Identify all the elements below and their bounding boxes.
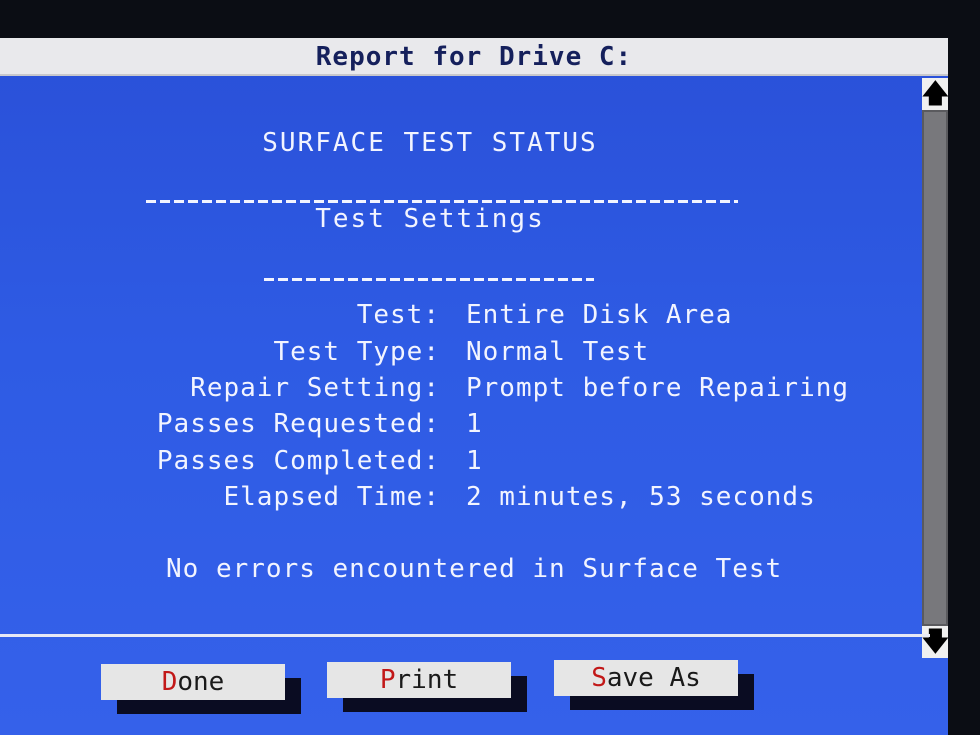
save-as-button[interactable]: Save As (554, 660, 738, 696)
hotkey-letter: P (379, 665, 396, 695)
monitor-screen: Report for Drive C: SURFACE TEST STATUS … (0, 0, 980, 735)
setting-row-elapsed-time: Elapsed Time: 2 minutes, 53 seconds (0, 482, 922, 518)
button-label: ave As (606, 663, 701, 693)
setting-label: Passes Completed: (156, 446, 440, 476)
setting-value: Normal Test (466, 337, 650, 367)
arrow-up-icon: 🡅 (922, 79, 949, 109)
scroll-track[interactable] (924, 112, 946, 624)
setting-label: Test Type: (273, 337, 440, 367)
settings-subheading: Test Settings (315, 204, 545, 234)
result-message: No errors encountered in Surface Test (166, 554, 783, 584)
setting-label: Elapsed Time: (223, 482, 440, 512)
setting-label: Test: (356, 300, 440, 330)
scroll-up-button[interactable]: 🡅 (922, 78, 949, 110)
setting-row-test-type: Test Type: Normal Test (0, 337, 922, 373)
setting-value: Entire Disk Area (466, 300, 733, 330)
setting-row-repair: Repair Setting: Prompt before Repairing (0, 373, 922, 409)
report-heading: SURFACE TEST STATUS (262, 128, 598, 158)
window-title: Report for Drive C: (315, 42, 633, 72)
scroll-down-button[interactable]: 🡇 (922, 626, 949, 658)
print-button[interactable]: Print (327, 662, 511, 698)
done-button[interactable]: Done (101, 664, 285, 700)
setting-row-test: Test: Entire Disk Area (0, 300, 922, 336)
arrow-down-icon: 🡇 (922, 627, 949, 657)
setting-row-passes-completed: Passes Completed: 1 (0, 446, 922, 482)
title-bar: Report for Drive C: (0, 38, 948, 76)
subheading-divider (264, 278, 594, 281)
footer-separator (0, 634, 930, 637)
setting-value: 1 (466, 409, 483, 439)
report-content: SURFACE TEST STATUS Test Settings Test: … (0, 76, 922, 656)
button-label: one (177, 667, 225, 697)
vertical-scrollbar[interactable]: 🡅 🡇 (922, 78, 949, 658)
setting-row-passes-requested: Passes Requested: 1 (0, 409, 922, 445)
setting-value: Prompt before Repairing (466, 373, 850, 403)
heading-divider (146, 200, 738, 203)
setting-label: Repair Setting: (190, 373, 440, 403)
setting-value: 1 (466, 446, 483, 476)
hotkey-letter: S (591, 663, 607, 693)
report-window: Report for Drive C: SURFACE TEST STATUS … (0, 38, 949, 735)
hotkey-letter: D (161, 667, 178, 697)
button-label: rint (395, 665, 459, 695)
setting-label: Passes Requested: (156, 409, 440, 439)
setting-value: 2 minutes, 53 seconds (466, 482, 816, 512)
